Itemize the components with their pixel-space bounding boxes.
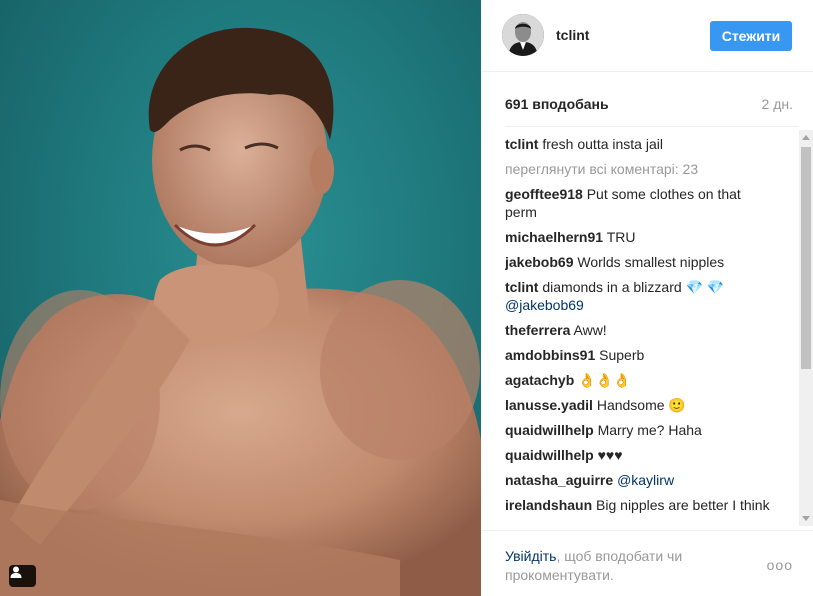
comment-author[interactable]: quaidwillhelp (505, 422, 594, 438)
scroll-down-arrow-icon[interactable] (802, 516, 810, 521)
more-options-button[interactable]: ооо (767, 557, 793, 573)
comment-item: lanusse.yadil Handsome 🙂 (505, 396, 770, 414)
comment-author[interactable]: irelandshaun (505, 497, 592, 513)
tagged-people-button[interactable] (9, 565, 36, 587)
comment-item: theferrera Aww! (505, 321, 770, 339)
comment-item: irelandshaun Big nipples are better I th… (505, 496, 770, 514)
comment-author[interactable]: theferrera (505, 322, 570, 338)
login-link[interactable]: Увійдіть (505, 548, 556, 564)
comment-mention-link[interactable]: @kaylirw (617, 472, 674, 488)
scrollbar-thumb[interactable] (801, 147, 811, 369)
comments-scrollbar[interactable] (799, 130, 813, 526)
post-header: tclint Стежити (481, 0, 813, 72)
comment-text: Aww! (573, 322, 607, 338)
caption: tclint fresh outta insta jail (505, 135, 770, 153)
follow-button[interactable]: Стежити (710, 21, 792, 51)
comment-text: diamonds in a blizzard 💎 💎 (542, 279, 725, 295)
comment-item: tclint diamonds in a blizzard 💎 💎 @jakeb… (505, 278, 770, 314)
comment-author[interactable]: amdobbins91 (505, 347, 595, 363)
comment-text: Handsome 🙂 (596, 397, 686, 413)
comments-list: tclint fresh outta insta jail переглянут… (505, 126, 799, 530)
comment-author[interactable]: quaidwillhelp (505, 447, 594, 463)
comment-author[interactable]: jakebob69 (505, 254, 573, 270)
comment-text: Superb (599, 347, 645, 363)
comment-author[interactable]: tclint (505, 279, 538, 295)
comment-item: michaelhern91 TRU (505, 228, 770, 246)
comment-text: ♥♥♥ (597, 447, 623, 463)
comment-text: Big nipples are better I think (596, 497, 770, 513)
comment-item: geofftee918 Put some clothes on that per… (505, 185, 770, 221)
post-sidebar: tclint Стежити 691 вподобань 2 дн. tclin… (481, 0, 813, 596)
post-age[interactable]: 2 дн. (762, 96, 793, 112)
comment-mention-link[interactable]: @jakebob69 (505, 297, 584, 313)
comment-text: TRU (606, 229, 636, 245)
comment-author[interactable]: lanusse.yadil (505, 397, 593, 413)
comment-item: quaidwillhelp Marry me? Haha (505, 421, 770, 439)
post-footer: Увійдіть, щоб вподобати чи прокоментуват… (481, 530, 813, 596)
comment-item: agatachyb 👌👌👌 (505, 371, 770, 389)
person-tag-icon (10, 566, 22, 578)
likes-count[interactable]: 691 вподобань (505, 96, 609, 112)
post-photo[interactable] (0, 0, 481, 596)
comment-author[interactable]: geofftee918 (505, 186, 583, 202)
comment-item: jakebob69 Worlds smallest nipples (505, 253, 770, 271)
photo-illustration (0, 27, 481, 596)
comment-author[interactable]: michaelhern91 (505, 229, 603, 245)
login-prompt: Увійдіть, щоб вподобати чи прокоментуват… (505, 547, 735, 585)
comment-text: 👌👌👌 (578, 372, 631, 388)
post-stats: 691 вподобань 2 дн. (505, 96, 793, 116)
username-link[interactable]: tclint (556, 27, 589, 43)
comment-author[interactable]: tclint (505, 136, 538, 152)
avatar[interactable] (502, 14, 544, 56)
comment-item: quaidwillhelp ♥♥♥ (505, 446, 770, 464)
comment-text: Marry me? Haha (597, 422, 702, 438)
comment-item: amdobbins91 Superb (505, 346, 770, 364)
comment-author[interactable]: natasha_aguirre (505, 472, 613, 488)
comment-text: Worlds smallest nipples (577, 254, 725, 270)
comment-item: natasha_aguirre @kaylirw (505, 471, 770, 489)
scroll-up-arrow-icon[interactable] (802, 135, 810, 140)
avatar-image (502, 14, 544, 56)
comment-text: fresh outta insta jail (542, 136, 663, 152)
view-all-comments-link[interactable]: переглянути всі коментарі: 23 (505, 160, 799, 178)
comment-author[interactable]: agatachyb (505, 372, 574, 388)
